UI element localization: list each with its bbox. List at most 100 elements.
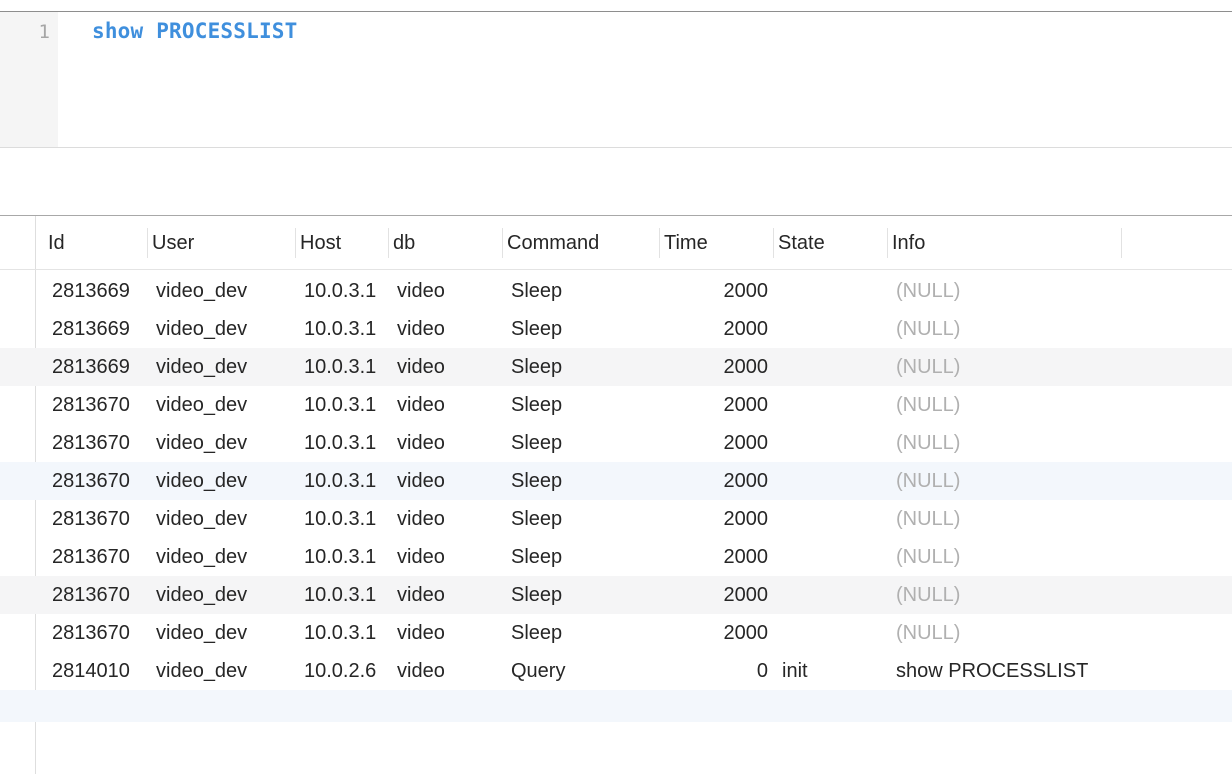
cell-id[interactable]: 2813670 bbox=[52, 500, 144, 538]
cell-time[interactable]: 2000 bbox=[662, 348, 769, 386]
cell-host[interactable]: 10.0.3.1 bbox=[304, 500, 384, 538]
cell-host[interactable]: 10.0.2.6 bbox=[304, 652, 384, 690]
cell-host[interactable]: 10.0.3.1 bbox=[304, 576, 384, 614]
table-row[interactable]: 2813670 video_dev 10.0.3.1 video Sleep 2000 (N… bbox=[0, 386, 1232, 424]
column-header-host[interactable]: Host bbox=[298, 228, 389, 258]
cell-id[interactable]: 2813670 bbox=[52, 386, 144, 424]
cell-id[interactable]: 2813670 bbox=[52, 576, 144, 614]
cell-id[interactable]: 2813669 bbox=[52, 310, 144, 348]
cell-time[interactable]: 2000 bbox=[662, 462, 769, 500]
cell-time[interactable]: 2000 bbox=[662, 500, 769, 538]
table-row[interactable]: 2813669 video_dev 10.0.3.1 video Sleep 2000 (N… bbox=[0, 348, 1232, 386]
cell-state[interactable] bbox=[782, 310, 886, 348]
cell-command[interactable]: Sleep bbox=[511, 462, 657, 500]
cell-command[interactable]: Sleep bbox=[511, 424, 657, 462]
cell-time[interactable]: 2000 bbox=[662, 386, 769, 424]
cell-command[interactable]: Sleep bbox=[511, 386, 657, 424]
cell-user[interactable]: video_dev bbox=[156, 424, 296, 462]
cell-id[interactable]: 2813670 bbox=[52, 614, 144, 652]
cell-db[interactable]: video bbox=[397, 348, 501, 386]
cell-id[interactable]: 2813669 bbox=[52, 348, 144, 386]
cell-db[interactable]: video bbox=[397, 652, 501, 690]
table-row[interactable]: 2813669 video_dev 10.0.3.1 video Sleep 2000 (N… bbox=[0, 272, 1232, 310]
cell-user[interactable]: video_dev bbox=[156, 272, 296, 310]
cell-state[interactable] bbox=[782, 614, 886, 652]
cell-id[interactable]: 2813669 bbox=[52, 272, 144, 310]
cell-state[interactable] bbox=[782, 500, 886, 538]
cell-host[interactable]: 10.0.3.1 bbox=[304, 538, 384, 576]
cell-user[interactable]: video_dev bbox=[156, 500, 296, 538]
cell-host[interactable]: 10.0.3.1 bbox=[304, 614, 384, 652]
cell-db[interactable]: video bbox=[397, 424, 501, 462]
cell-state[interactable] bbox=[782, 538, 886, 576]
cell-db[interactable]: video bbox=[397, 272, 501, 310]
cell-state[interactable] bbox=[782, 424, 886, 462]
column-header-db[interactable]: db bbox=[391, 228, 503, 258]
cell-user[interactable]: video_dev bbox=[156, 386, 296, 424]
cell-state[interactable] bbox=[782, 576, 886, 614]
cell-command[interactable]: Sleep bbox=[511, 538, 657, 576]
cell-state[interactable] bbox=[782, 272, 886, 310]
cell-command[interactable]: Sleep bbox=[511, 272, 657, 310]
cell-host[interactable]: 10.0.3.1 bbox=[304, 348, 384, 386]
cell-info[interactable]: (NULL) bbox=[896, 424, 1126, 462]
cell-user[interactable]: video_dev bbox=[156, 310, 296, 348]
cell-command[interactable]: Query bbox=[511, 652, 657, 690]
cell-state[interactable] bbox=[782, 348, 886, 386]
table-row[interactable]: 2813670 video_dev 10.0.3.1 video Sleep 2000 (N… bbox=[0, 462, 1232, 500]
cell-host[interactable]: 10.0.3.1 bbox=[304, 310, 384, 348]
cell-time[interactable]: 2000 bbox=[662, 576, 769, 614]
cell-time[interactable]: 2000 bbox=[662, 424, 769, 462]
cell-user[interactable]: video_dev bbox=[156, 538, 296, 576]
column-header-time[interactable]: Time bbox=[662, 228, 774, 258]
cell-info[interactable]: (NULL) bbox=[896, 310, 1126, 348]
column-header-id[interactable]: Id bbox=[46, 228, 148, 258]
cell-time[interactable]: 0 bbox=[662, 652, 768, 690]
cell-id[interactable]: 2813670 bbox=[52, 462, 144, 500]
cell-db[interactable]: video bbox=[397, 576, 501, 614]
cell-time[interactable]: 2000 bbox=[662, 614, 769, 652]
table-row[interactable]: 2813670 video_dev 10.0.3.1 video Sleep 2000 (N… bbox=[0, 500, 1232, 538]
column-header-command[interactable]: Command bbox=[505, 228, 660, 258]
cell-user[interactable]: video_dev bbox=[156, 348, 296, 386]
code-line[interactable]: show PROCESSLIST bbox=[92, 19, 298, 43]
cell-command[interactable]: Sleep bbox=[511, 310, 657, 348]
cell-info[interactable]: (NULL) bbox=[896, 538, 1126, 576]
cell-state[interactable] bbox=[782, 386, 886, 424]
cell-host[interactable]: 10.0.3.1 bbox=[304, 424, 384, 462]
table-row[interactable]: 2813670 video_dev 10.0.3.1 video Sleep 2000 (N… bbox=[0, 576, 1232, 614]
cell-db[interactable]: video bbox=[397, 310, 501, 348]
cell-id[interactable]: 2813670 bbox=[52, 538, 144, 576]
sql-editor[interactable]: 1 show PROCESSLIST bbox=[0, 11, 1232, 148]
cell-host[interactable]: 10.0.3.1 bbox=[304, 386, 384, 424]
empty-new-row[interactable] bbox=[0, 690, 1232, 722]
table-row[interactable]: 2813669 video_dev 10.0.3.1 video Sleep 2000 (N… bbox=[0, 310, 1232, 348]
cell-db[interactable]: video bbox=[397, 538, 501, 576]
cell-info[interactable]: (NULL) bbox=[896, 386, 1126, 424]
cell-command[interactable]: Sleep bbox=[511, 500, 657, 538]
cell-info[interactable]: (NULL) bbox=[896, 614, 1126, 652]
cell-command[interactable]: Sleep bbox=[511, 576, 657, 614]
cell-state[interactable]: init bbox=[782, 652, 886, 690]
cell-info[interactable]: (NULL) bbox=[896, 462, 1126, 500]
cell-command[interactable]: Sleep bbox=[511, 614, 657, 652]
cell-info[interactable]: (NULL) bbox=[896, 576, 1126, 614]
table-row[interactable]: 2813670 video_dev 10.0.3.1 video Sleep 2000 (N… bbox=[0, 424, 1232, 462]
cell-user[interactable]: video_dev bbox=[156, 576, 296, 614]
cell-info[interactable]: show PROCESSLIST bbox=[896, 652, 1126, 690]
table-row[interactable]: 2814010 video_dev 10.0.2.6 video Query 0 init s… bbox=[0, 652, 1232, 690]
cell-db[interactable]: video bbox=[397, 500, 501, 538]
cell-state[interactable] bbox=[782, 462, 886, 500]
cell-host[interactable]: 10.0.3.1 bbox=[304, 462, 384, 500]
cell-db[interactable]: video bbox=[397, 614, 501, 652]
cell-time[interactable]: 2000 bbox=[662, 272, 769, 310]
cell-user[interactable]: video_dev bbox=[156, 462, 296, 500]
column-header-user[interactable]: User bbox=[150, 228, 296, 258]
column-header-info[interactable]: Info bbox=[890, 228, 1122, 258]
column-header-state[interactable]: State bbox=[776, 228, 888, 258]
cell-time[interactable]: 2000 bbox=[662, 310, 769, 348]
cell-host[interactable]: 10.0.3.1 bbox=[304, 272, 384, 310]
cell-user[interactable]: video_dev bbox=[156, 652, 296, 690]
cell-id[interactable]: 2813670 bbox=[52, 424, 144, 462]
cell-info[interactable]: (NULL) bbox=[896, 500, 1126, 538]
